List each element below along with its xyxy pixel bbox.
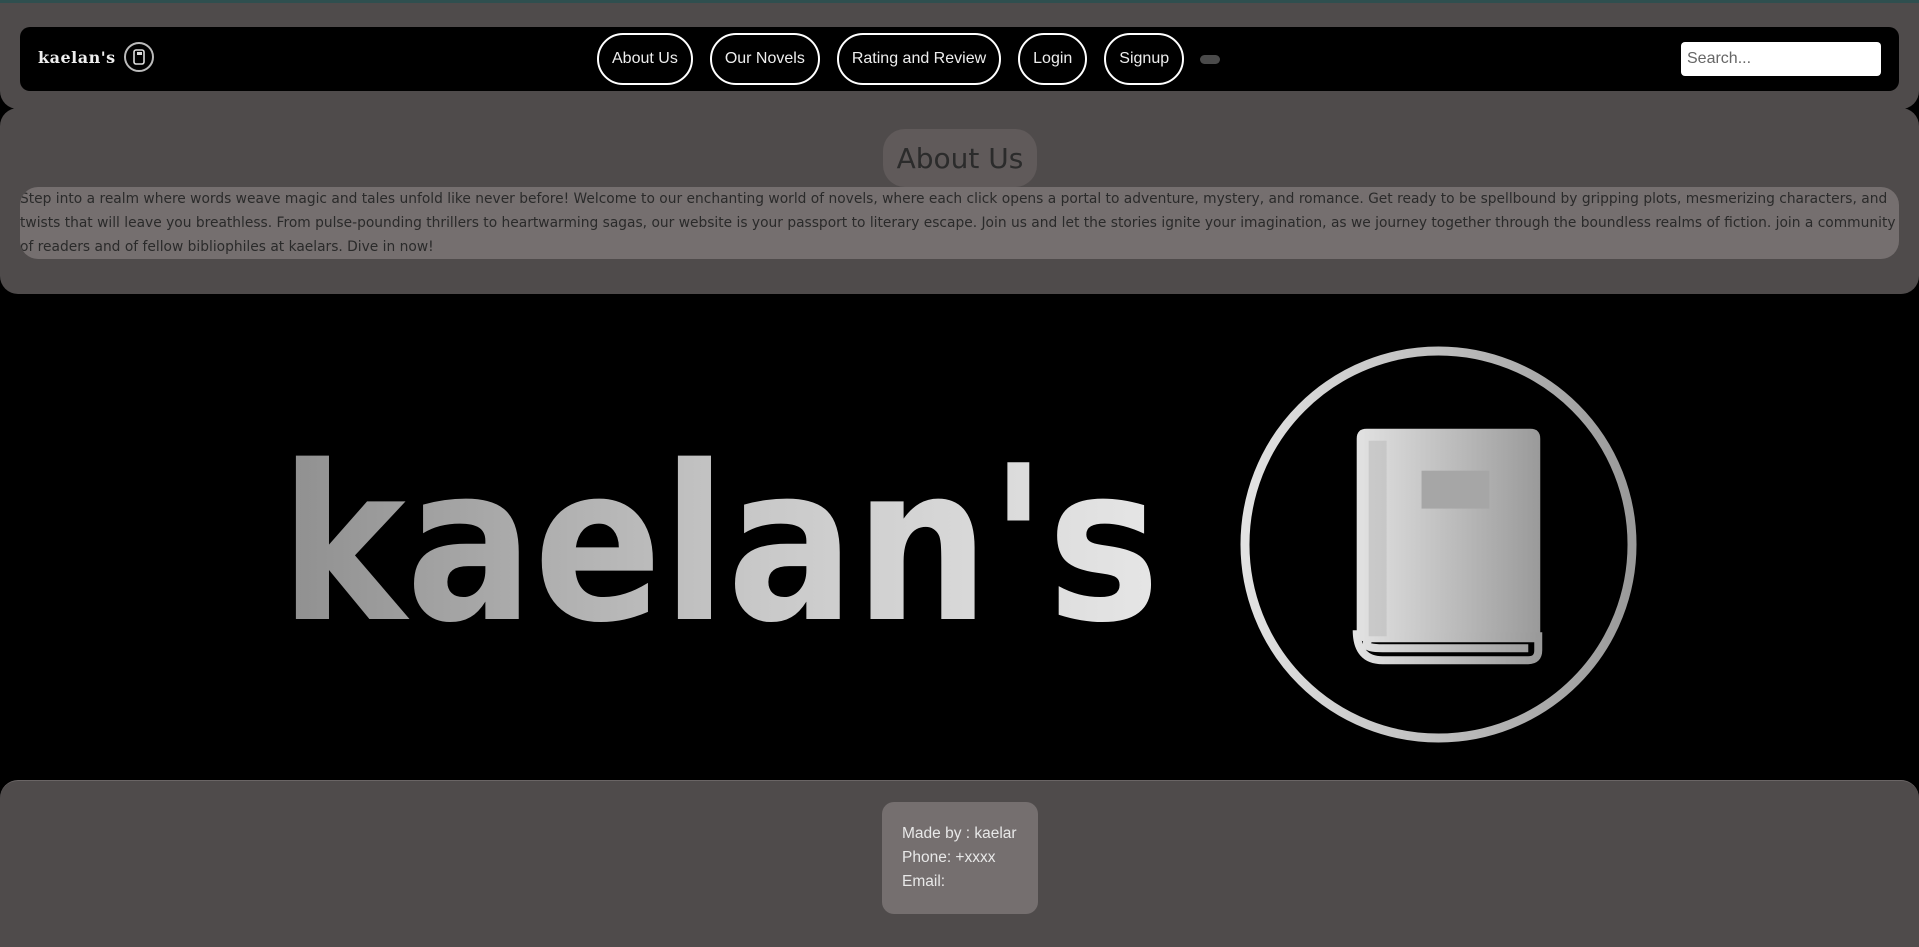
hero-wordmark-text: kaelan's bbox=[280, 454, 1160, 639]
navbar: kaelan's About Us Our Novels Rating and … bbox=[20, 27, 1899, 91]
footer-email: Email: bbox=[902, 873, 946, 890]
nav-buttons: About Us Our Novels Rating and Review Lo… bbox=[597, 33, 1185, 85]
footer-made-by: Made by : kaelar bbox=[902, 825, 1017, 842]
brand[interactable]: kaelan's bbox=[38, 42, 154, 72]
about-title: About Us bbox=[883, 129, 1037, 187]
footer-phone: Phone: +xxxx bbox=[902, 849, 996, 866]
about-section: About Us Step into a realm where words w… bbox=[0, 108, 1919, 294]
hero-wordmark: kaelan's bbox=[280, 454, 1160, 639]
book-icon bbox=[1240, 346, 1637, 743]
contact-card: Made by : kaelar Phone: +xxxx Email: bbox=[882, 802, 1038, 914]
nav-rating-review-button[interactable]: Rating and Review bbox=[836, 33, 1002, 85]
nav-login-button[interactable]: Login bbox=[1018, 33, 1088, 85]
hero-banner: kaelan's bbox=[0, 294, 1919, 780]
header: kaelan's About Us Our Novels Rating and … bbox=[0, 3, 1919, 109]
book-icon bbox=[123, 42, 154, 72]
footer: Made by : kaelar Phone: +xxxx Email: bbox=[0, 780, 1919, 947]
about-text: Step into a realm where words weave magi… bbox=[20, 187, 1899, 259]
nav-about-us-button[interactable]: About Us bbox=[597, 33, 693, 85]
search-input[interactable] bbox=[1681, 42, 1881, 76]
theme-toggle[interactable] bbox=[1200, 55, 1220, 64]
nav-signup-button[interactable]: Signup bbox=[1104, 33, 1185, 85]
brand-name: kaelan's bbox=[38, 47, 116, 67]
nav-our-novels-button[interactable]: Our Novels bbox=[709, 33, 820, 85]
